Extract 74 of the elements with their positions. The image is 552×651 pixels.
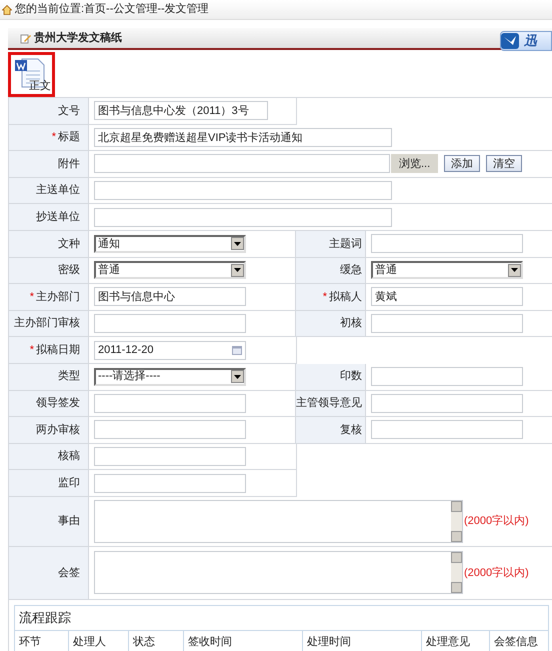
required-mark: * xyxy=(322,290,327,305)
field-label: 监印 xyxy=(58,476,80,491)
field-label: 领导签发 xyxy=(36,396,80,412)
text-field[interactable] xyxy=(371,234,523,254)
pencil-icon xyxy=(20,32,31,44)
length-note: (2000字以内) xyxy=(464,514,529,530)
field-label: 主办部门 xyxy=(36,290,80,305)
required-mark: * xyxy=(30,290,34,305)
text-field[interactable]: 北京超星免费赠送超星VIP读书卡活动通知 xyxy=(94,128,392,147)
column-header: 签收时间 xyxy=(184,630,303,651)
date-field[interactable]: 2011-12-20 xyxy=(94,340,246,360)
text-field[interactable] xyxy=(94,394,246,413)
dropdown[interactable]: ----请选择---- xyxy=(94,368,246,386)
panel-title: 贵州大学发文稿纸 xyxy=(34,30,122,46)
document-button[interactable]: 正文 xyxy=(8,52,55,97)
text-field[interactable] xyxy=(371,314,523,334)
field-label: 文种 xyxy=(58,236,80,252)
column-header: 处理意见 xyxy=(422,630,490,651)
scrollbar[interactable] xyxy=(451,552,462,594)
home-icon xyxy=(2,4,12,14)
text-field[interactable]: 图书与信息中心 xyxy=(94,287,246,306)
text-field[interactable]: 图书与信息中心发（2011）3号 xyxy=(94,101,268,120)
dropdown[interactable]: 普通 xyxy=(94,261,246,280)
text-field[interactable] xyxy=(94,474,246,493)
field-label: 印数 xyxy=(340,369,362,384)
dropdown[interactable]: 通知 xyxy=(94,234,246,253)
field-label: 会签 xyxy=(58,566,80,581)
text-field[interactable] xyxy=(371,367,523,386)
form-button[interactable]: 清空 xyxy=(486,155,522,172)
field-label: 核稿 xyxy=(58,449,80,464)
field-label: 主送单位 xyxy=(36,182,80,198)
text-field[interactable] xyxy=(94,447,246,466)
text-field[interactable] xyxy=(371,394,523,413)
text-field[interactable] xyxy=(94,208,392,227)
dropdown[interactable]: 普通 xyxy=(371,261,523,280)
field-label: 事由 xyxy=(58,514,80,530)
text-field[interactable] xyxy=(371,420,523,440)
required-mark: * xyxy=(52,130,56,146)
text-field[interactable]: 黄斌 xyxy=(371,287,523,306)
text-field[interactable] xyxy=(94,420,246,440)
field-label: 初核 xyxy=(340,316,362,332)
field-label: 拟稿日期 xyxy=(36,342,80,358)
field-label: 文号 xyxy=(58,104,80,119)
form-button[interactable]: 添加 xyxy=(444,155,480,172)
breadcrumb: 您的当前位置:首页--公文管理--发文管理 xyxy=(15,2,209,18)
length-note: (2000字以内) xyxy=(464,566,529,581)
download-float-button[interactable]: 迅 xyxy=(500,31,552,51)
scrollbar[interactable] xyxy=(451,500,462,542)
field-label: 标题 xyxy=(58,130,80,146)
browse-button[interactable]: 浏览... xyxy=(391,154,438,174)
column-header: 环节 xyxy=(15,630,69,651)
text-field[interactable] xyxy=(94,181,392,200)
field-label: 主管领导意见 xyxy=(296,396,362,412)
field-label: 缓急 xyxy=(340,263,362,278)
column-header: 处理人 xyxy=(69,630,129,651)
text-area[interactable] xyxy=(94,551,463,594)
section-title: 流程跟踪 xyxy=(19,609,71,628)
text-field[interactable] xyxy=(94,314,246,334)
calendar-icon[interactable] xyxy=(232,346,242,355)
field-label: 主题词 xyxy=(329,236,362,252)
file-path-field[interactable] xyxy=(94,154,390,174)
column-header: 处理时间 xyxy=(303,630,422,651)
column-header: 状态 xyxy=(129,630,184,651)
field-label: 主办部门审核 xyxy=(14,316,80,332)
field-label: 复核 xyxy=(340,422,362,438)
field-label: 类型 xyxy=(58,369,80,384)
column-header: 会签信息 xyxy=(493,634,539,650)
required-mark: * xyxy=(30,342,34,358)
field-label: 拟稿人 xyxy=(329,290,362,305)
field-label: 密级 xyxy=(58,262,80,278)
field-label: 两办审核 xyxy=(36,422,80,438)
field-label: 抄送单位 xyxy=(36,210,80,225)
field-label: 附件 xyxy=(58,156,80,172)
text-area[interactable] xyxy=(94,500,463,543)
